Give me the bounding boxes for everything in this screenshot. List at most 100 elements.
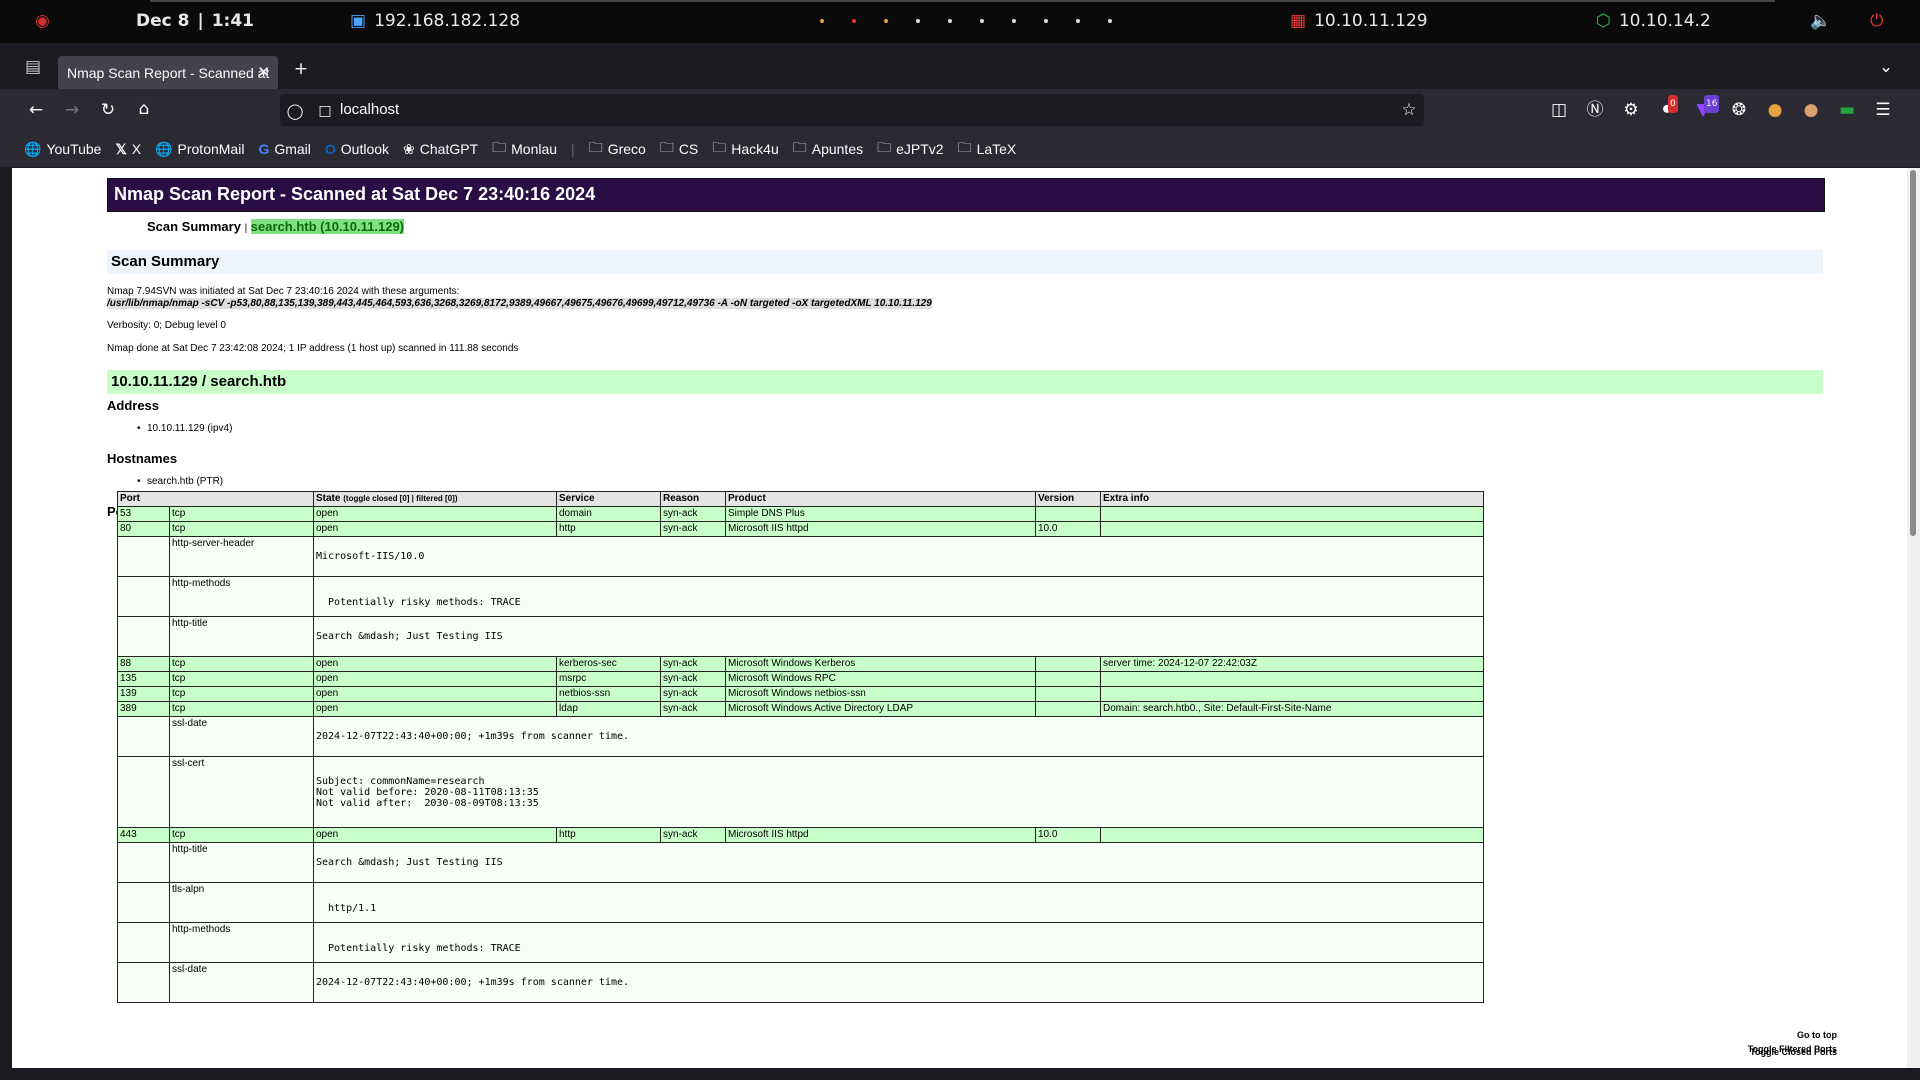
col-reason: Reason bbox=[660, 491, 726, 507]
summary-verbosity: Verbosity: 0; Debug level 0 bbox=[107, 320, 226, 331]
scan-summary-heading: Scan Summary bbox=[107, 250, 1823, 274]
hostname-item: search.htb (PTR) bbox=[137, 476, 223, 487]
script-row: http-title Search &mdash; Just Testing II… bbox=[117, 616, 1484, 657]
extension-fox-icon[interactable]: ● bbox=[1764, 101, 1786, 119]
page-scrollbar[interactable] bbox=[1907, 168, 1920, 1068]
script-output-cell: Search &mdash; Just Testing IIS bbox=[313, 616, 1484, 657]
cookie-icon[interactable]: ❂ bbox=[1728, 101, 1750, 119]
port-reason-cell: syn-ack bbox=[660, 671, 726, 687]
date-text: Dec 8 bbox=[136, 11, 190, 31]
crumb-host-link[interactable]: search.htb (10.10.11.129) bbox=[250, 219, 404, 234]
url-bar[interactable]: localhost bbox=[280, 94, 1424, 126]
folder-icon: 🗀 bbox=[957, 139, 972, 155]
host-heading: 10.10.11.129 / search.htb bbox=[107, 370, 1823, 394]
bookmark-folder-monlau[interactable]: 🗀 Monlau bbox=[492, 137, 557, 161]
back-icon[interactable]: ← bbox=[25, 101, 47, 119]
power-icon[interactable]: ⏻ bbox=[1870, 11, 1883, 31]
bookmark-folder-apuntes[interactable]: 🗀 Apuntes bbox=[793, 137, 863, 161]
state-toggle[interactable]: (toggle closed [0] | filtered [0]) bbox=[343, 494, 457, 503]
vpn-ip-indicator: ⬡ 10.10.14.2 bbox=[1596, 11, 1711, 31]
extensions-icon[interactable]: ⚙ bbox=[1620, 101, 1642, 119]
port-extra-cell bbox=[1100, 827, 1484, 843]
script-name-cell: ssl-date bbox=[169, 716, 314, 757]
bookmark-folder-greco[interactable]: 🗀 Greco bbox=[589, 137, 646, 161]
extension-avatar-icon[interactable]: ● bbox=[1800, 101, 1822, 119]
bookmark-folder-cs[interactable]: 🗀 CS bbox=[660, 137, 698, 161]
crumb-separator: | bbox=[244, 223, 248, 234]
bookmark-chatgpt[interactable]: ❀ ChatGPT bbox=[403, 141, 478, 158]
pocket-icon[interactable]: ◫ bbox=[1548, 101, 1570, 119]
port-state-cell: open bbox=[313, 827, 557, 843]
script-output-cell: http/1.1 bbox=[313, 882, 1484, 923]
menu-icon[interactable]: ☰ bbox=[1872, 101, 1894, 119]
port-state-cell: open bbox=[313, 656, 557, 672]
page-title: Nmap Scan Report - Scanned at Sat Dec 7 … bbox=[107, 178, 1825, 212]
time-text: 1:41 bbox=[211, 11, 254, 31]
port-service-cell: domain bbox=[556, 506, 661, 522]
port-port-cell: 389 bbox=[117, 701, 170, 717]
ublock-icon[interactable]: ⚫ 0 bbox=[1656, 95, 1678, 119]
bookmark-folder-hack4u[interactable]: 🗀 Hack4u bbox=[712, 137, 778, 161]
bookmark-gmail[interactable]: G Gmail bbox=[258, 141, 310, 157]
crumb-scan-summary[interactable]: Scan Summary bbox=[147, 219, 241, 234]
bookmark-outlook[interactable]: O Outlook bbox=[325, 141, 389, 157]
bookmark-youtube[interactable]: 🌐 YouTube bbox=[24, 141, 101, 158]
port-product-cell: Microsoft IIS httpd bbox=[725, 521, 1036, 537]
forward-icon[interactable]: → bbox=[61, 101, 83, 119]
bookmark-protonmail[interactable]: 🌐 ProtonMail bbox=[155, 141, 244, 158]
bookmark-star-icon[interactable]: ☆ bbox=[1398, 101, 1420, 119]
port-proto-cell: tcp bbox=[169, 521, 314, 537]
port-extra-cell bbox=[1100, 506, 1484, 522]
script-spacer-cell bbox=[117, 576, 170, 617]
tab-overflow-chevron-icon[interactable]: ⌄ bbox=[1875, 58, 1897, 76]
port-port-cell: 88 bbox=[117, 656, 170, 672]
port-version-cell bbox=[1035, 671, 1101, 687]
summary-initiated: Nmap 7.94SVN was initiated at Sat Dec 7 … bbox=[107, 286, 460, 297]
shield-icon[interactable]: ◯ bbox=[284, 102, 306, 120]
col-version: Version bbox=[1035, 491, 1101, 507]
new-tab-icon[interactable]: + bbox=[290, 60, 312, 78]
port-version-cell bbox=[1035, 506, 1101, 522]
port-state-cell: open bbox=[313, 686, 557, 702]
folder-icon: 🗀 bbox=[712, 139, 727, 155]
tab-list-icon[interactable]: ▤ bbox=[22, 58, 44, 76]
port-reason-cell: syn-ack bbox=[660, 506, 726, 522]
script-spacer-cell bbox=[117, 882, 170, 923]
clock: Dec 8 | 1:41 bbox=[136, 11, 254, 31]
col-port: Port bbox=[117, 491, 314, 507]
close-tab-icon[interactable]: ✕ bbox=[257, 63, 270, 81]
workspace-dots[interactable] bbox=[810, 19, 1122, 23]
folder-icon: 🗀 bbox=[659, 139, 674, 155]
scrollbar-thumb[interactable] bbox=[1910, 170, 1916, 536]
script-spacer-cell bbox=[117, 756, 170, 828]
active-tab[interactable]: Nmap Scan Report - Scanned at ✕ bbox=[58, 56, 278, 90]
yandex-icon[interactable]: Ⓝ bbox=[1584, 101, 1606, 119]
fingerprint-icon[interactable]: ◉ bbox=[35, 11, 50, 31]
bookmark-folder-ejptv2[interactable]: 🗀 eJPTv2 bbox=[877, 137, 943, 161]
address-item: 10.10.11.129 (ipv4) bbox=[137, 423, 232, 434]
summary-args: /usr/lib/nmap/nmap -sCV -p53,80,88,135,1… bbox=[107, 298, 932, 309]
script-row: http-title Search &mdash; Just Testing II… bbox=[117, 842, 1484, 883]
col-state: State (toggle closed [0] | filtered [0]) bbox=[313, 491, 557, 507]
volume-icon[interactable]: 🔈 bbox=[1810, 11, 1831, 31]
bookmark-folder-latex[interactable]: 🗀 LaTeX bbox=[958, 137, 1017, 161]
port-version-cell bbox=[1035, 686, 1101, 702]
go-to-top-link[interactable]: Go to top bbox=[1797, 1030, 1837, 1040]
extension-green-icon[interactable]: ▬ bbox=[1836, 101, 1858, 119]
script-name-cell: ssl-date bbox=[169, 962, 314, 1003]
ublock-badge: 0 bbox=[1668, 95, 1678, 113]
port-row: 80 tcp open http syn-ack Microsoft IIS httpd 1… bbox=[117, 521, 1484, 537]
port-proto-cell: tcp bbox=[169, 686, 314, 702]
home-icon[interactable]: ⌂ bbox=[133, 100, 155, 118]
col-extra: Extra info bbox=[1100, 491, 1484, 507]
script-output-cell: Subject: commonName=research Not valid b… bbox=[313, 756, 1484, 828]
twitch-icon[interactable]: ▼ 16 bbox=[1692, 95, 1720, 119]
target-icon: ▦ bbox=[1290, 11, 1307, 31]
target-ip-text: 10.10.11.129 bbox=[1314, 11, 1428, 31]
port-proto-cell: tcp bbox=[169, 671, 314, 687]
port-port-cell: 53 bbox=[117, 506, 170, 522]
reload-icon[interactable]: ↻ bbox=[97, 101, 119, 119]
bookmark-x[interactable]: 𝕏X bbox=[115, 141, 141, 158]
toggle-filtered-ports-link[interactable]: Toggle Filtered Ports bbox=[1748, 1044, 1837, 1054]
port-port-cell: 443 bbox=[117, 827, 170, 843]
